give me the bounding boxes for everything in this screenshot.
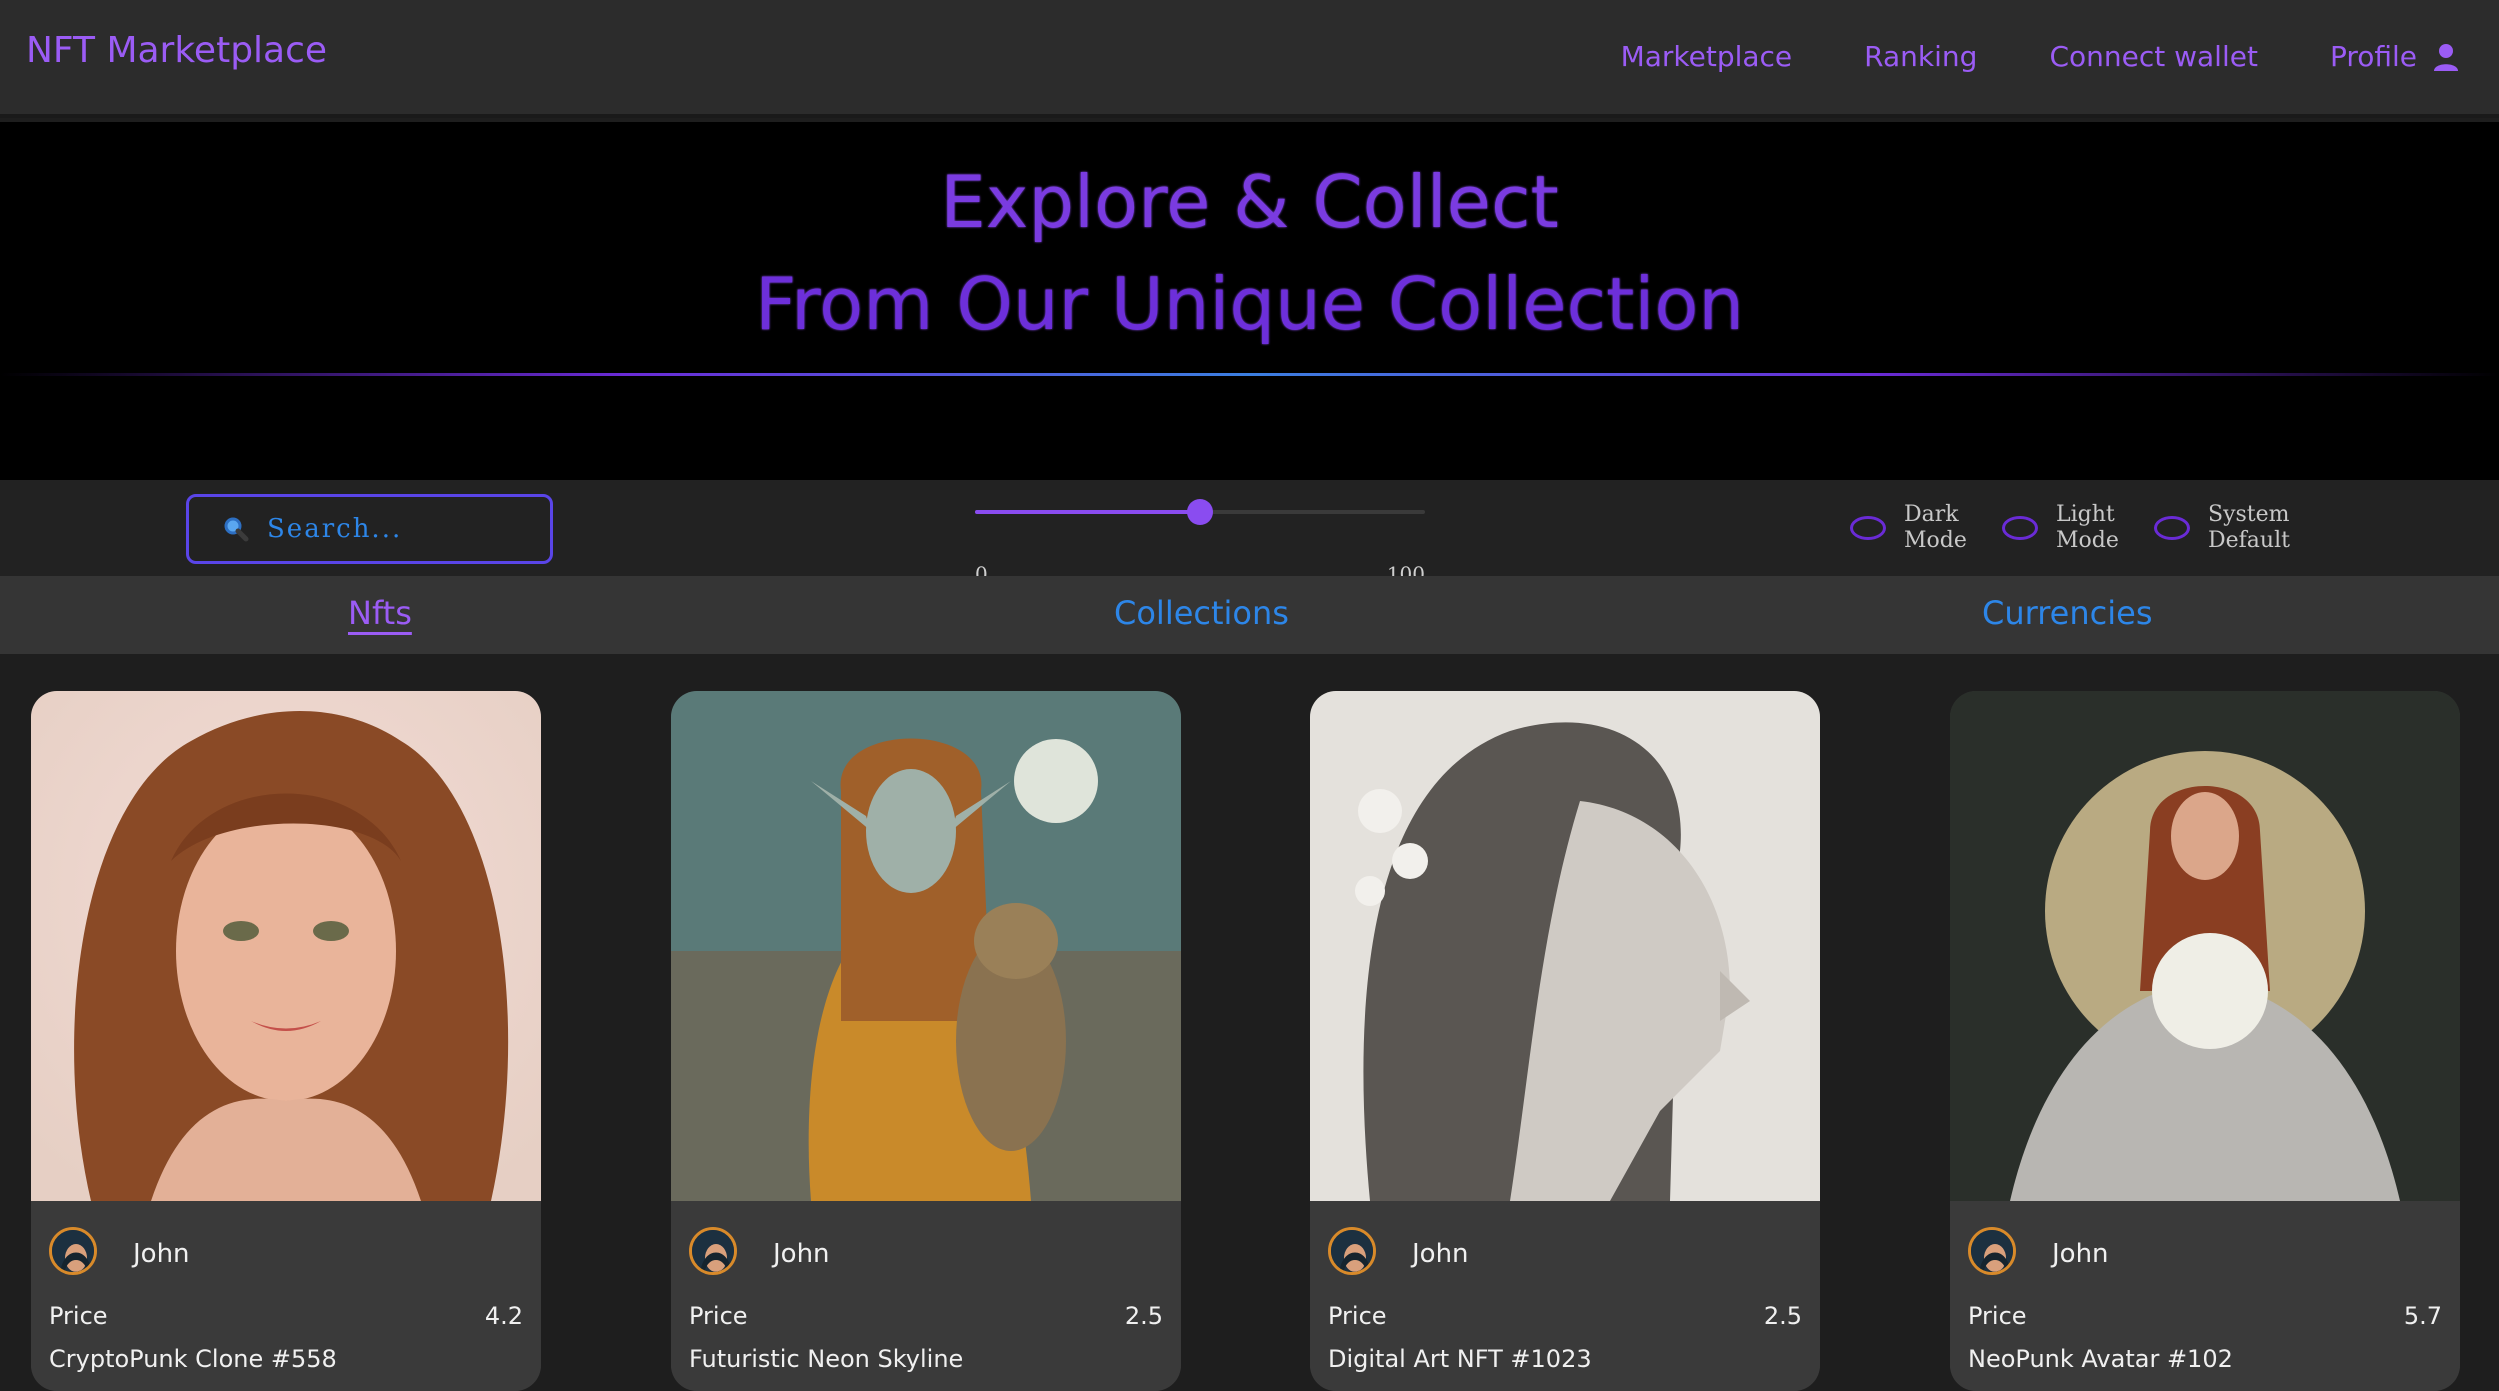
owner-name[interactable]: John bbox=[133, 1239, 190, 1269]
mode-option-system[interactable]: System Default bbox=[2154, 502, 2290, 554]
price-label: Price bbox=[689, 1302, 748, 1330]
owner-avatar[interactable] bbox=[689, 1227, 737, 1275]
hero-title-line1: Explore & Collect bbox=[940, 160, 1559, 244]
owner-avatar[interactable] bbox=[1968, 1227, 2016, 1275]
light-mode-radio[interactable] bbox=[2002, 516, 2038, 540]
mode-option-dark[interactable]: Dark Mode bbox=[1850, 502, 1967, 554]
price-value: 2.5 bbox=[1124, 1302, 1163, 1330]
brand-logo[interactable]: NFT Marketplace bbox=[26, 30, 327, 71]
nav-link-marketplace[interactable]: Marketplace bbox=[1621, 40, 1793, 73]
price-value: 2.5 bbox=[1763, 1302, 1802, 1330]
avatar-image bbox=[692, 1230, 734, 1272]
hero-banner: Explore & Collect From Our Unique Collec… bbox=[0, 122, 2499, 480]
owner-avatar[interactable] bbox=[1328, 1227, 1376, 1275]
category-tabs: Nfts Collections Currencies bbox=[0, 576, 2499, 654]
search-input[interactable] bbox=[267, 514, 527, 544]
system-default-label: System Default bbox=[2208, 502, 2290, 553]
nft-title[interactable]: CryptoPunk Clone #558 bbox=[49, 1345, 337, 1373]
light-mode-label: Light Mode bbox=[2056, 502, 2119, 553]
price-label: Price bbox=[1328, 1302, 1387, 1330]
tab-currencies[interactable]: Currencies bbox=[1982, 594, 2152, 632]
nft-card[interactable]: John Price 2.5 Digital Art NFT #1023 bbox=[1310, 691, 1820, 1391]
nft-image-pencil-profile[interactable] bbox=[1310, 691, 1820, 1201]
price-label: Price bbox=[1968, 1302, 2027, 1330]
nft-title[interactable]: Futuristic Neon Skyline bbox=[689, 1345, 963, 1373]
nft-title[interactable]: Digital Art NFT #1023 bbox=[1328, 1345, 1592, 1373]
tab-nfts[interactable]: Nfts bbox=[348, 594, 412, 632]
hero-title-line2: From Our Unique Collection bbox=[754, 262, 1745, 346]
nav-link-profile[interactable]: Profile bbox=[2330, 40, 2459, 73]
nft-card[interactable]: John Price 5.7 NeoPunk Avatar #102 bbox=[1950, 691, 2460, 1391]
dark-mode-label: Dark Mode bbox=[1904, 502, 1967, 553]
nav-links: Marketplace Ranking Connect wallet Profi… bbox=[1621, 40, 2459, 73]
controls-bar: 0 100 DarkMode LightMode SystemDefault bbox=[0, 480, 2499, 586]
nft-card[interactable]: John Price 2.5 Futuristic Neon Skyline bbox=[671, 691, 1181, 1391]
range-slider[interactable]: 0 100 bbox=[975, 499, 1425, 586]
nft-card-info: John Price 2.5 Digital Art NFT #1023 bbox=[1310, 1201, 1820, 1391]
price-label: Price bbox=[49, 1302, 108, 1330]
slider-thumb[interactable] bbox=[1187, 499, 1213, 525]
system-default-radio[interactable] bbox=[2154, 516, 2190, 540]
owner-name[interactable]: John bbox=[2052, 1239, 2109, 1269]
nft-title[interactable]: NeoPunk Avatar #102 bbox=[1968, 1345, 2233, 1373]
tab-collections[interactable]: Collections bbox=[1114, 594, 1289, 632]
theme-mode-group: Dark Mode Light Mode System Default bbox=[1850, 502, 2290, 554]
top-navbar: NFT Marketplace Marketplace Ranking Conn… bbox=[0, 0, 2499, 118]
price-value: 5.7 bbox=[2403, 1302, 2442, 1330]
hero-divider bbox=[0, 373, 2499, 376]
magnifier-icon bbox=[224, 517, 249, 542]
owner-name[interactable]: John bbox=[773, 1239, 830, 1269]
nft-card[interactable]: John Price 4.2 CryptoPunk Clone #558 bbox=[31, 691, 541, 1391]
profile-label: Profile bbox=[2329, 40, 2417, 73]
nav-link-connect-wallet[interactable]: Connect wallet bbox=[2049, 40, 2258, 73]
dark-mode-radio[interactable] bbox=[1850, 516, 1886, 540]
nft-card-info: John Price 4.2 CryptoPunk Clone #558 bbox=[31, 1201, 541, 1391]
price-value: 4.2 bbox=[484, 1302, 523, 1330]
nft-image-elf-with-leopard[interactable] bbox=[671, 691, 1181, 1201]
avatar-image bbox=[52, 1230, 94, 1272]
search-box[interactable] bbox=[186, 494, 553, 564]
nft-card-info: John Price 5.7 NeoPunk Avatar #102 bbox=[1950, 1201, 2460, 1391]
user-icon bbox=[2434, 43, 2458, 71]
avatar-image bbox=[1331, 1230, 1373, 1272]
nft-image-moon-princess[interactable] bbox=[1950, 691, 2460, 1201]
nft-card-info: John Price 2.5 Futuristic Neon Skyline bbox=[671, 1201, 1181, 1391]
nav-link-ranking[interactable]: Ranking bbox=[1864, 40, 1977, 73]
owner-avatar[interactable] bbox=[49, 1227, 97, 1275]
nft-image-portrait-red-hair[interactable] bbox=[31, 691, 541, 1201]
owner-name[interactable]: John bbox=[1412, 1239, 1469, 1269]
avatar-image bbox=[1971, 1230, 2013, 1272]
slider-fill bbox=[975, 510, 1200, 514]
mode-option-light[interactable]: Light Mode bbox=[2002, 502, 2119, 554]
